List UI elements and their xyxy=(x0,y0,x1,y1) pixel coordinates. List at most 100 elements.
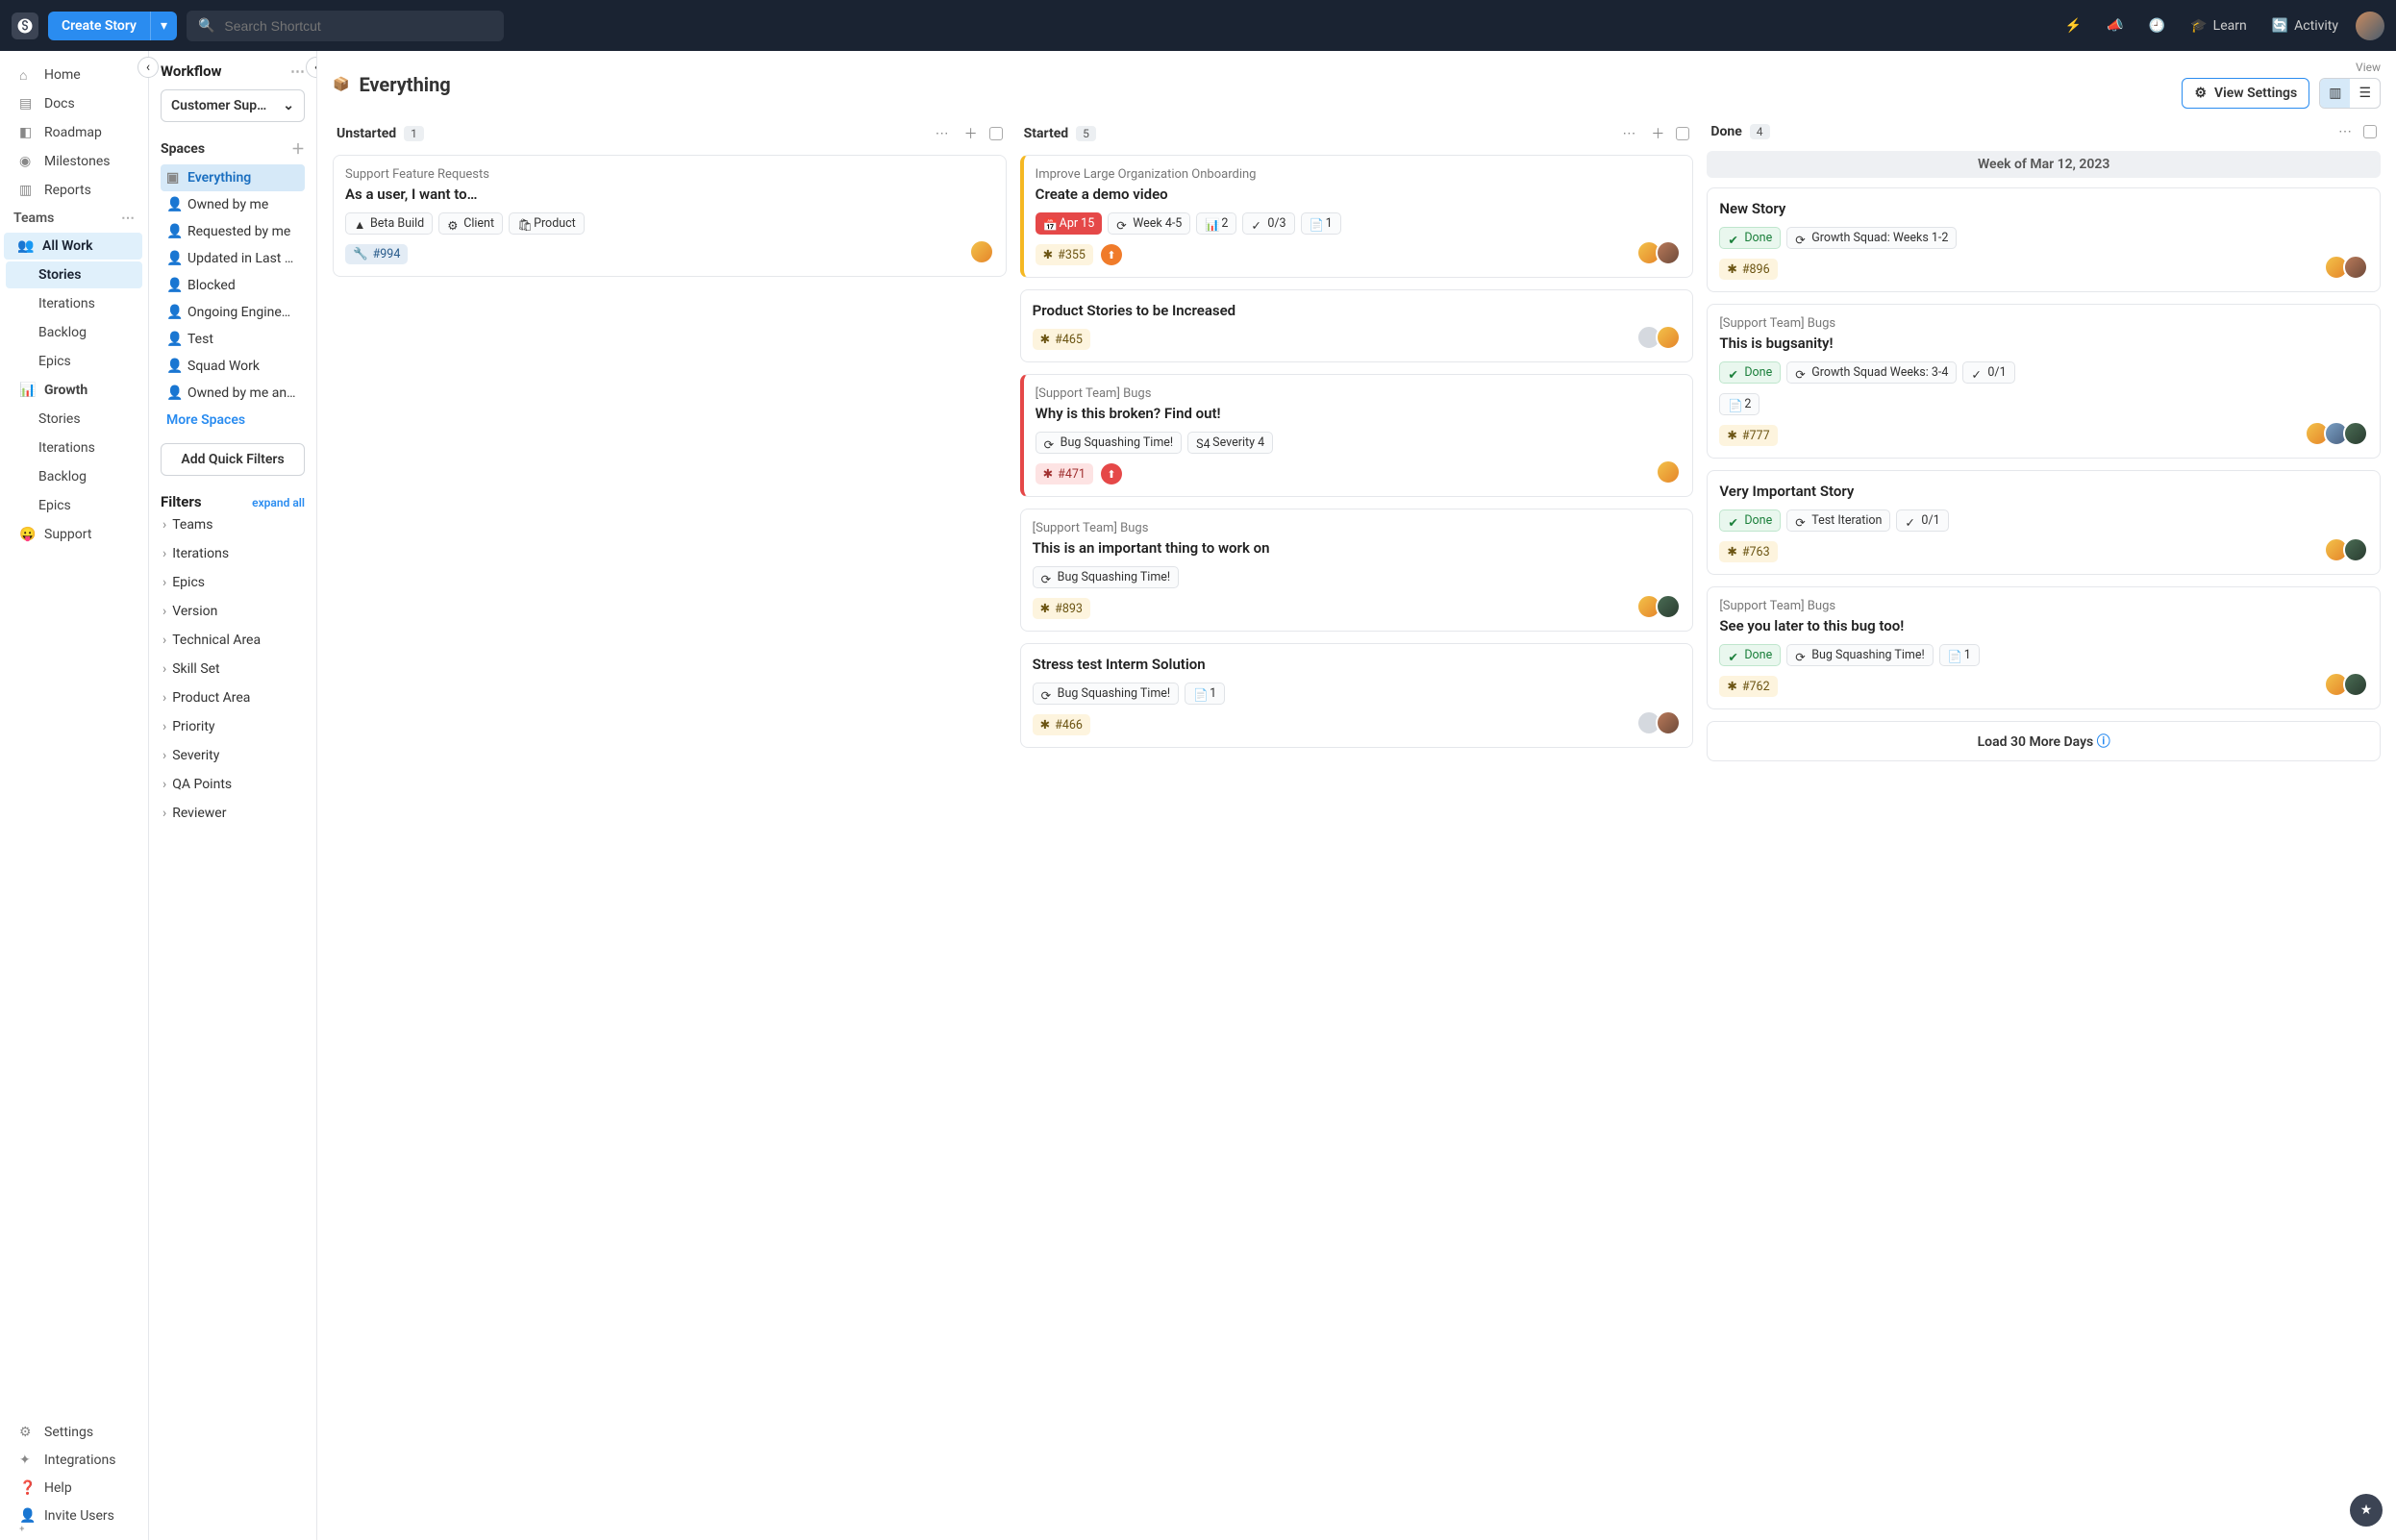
learn-link[interactable]: 🎓Learn xyxy=(2190,18,2247,34)
space-item[interactable]: ▣Everything xyxy=(161,164,305,191)
space-item[interactable]: 👤Owned by me an… xyxy=(161,380,305,407)
owner-avatar[interactable] xyxy=(2343,537,2368,562)
nav-all-iterations[interactable]: Iterations xyxy=(6,290,142,317)
chip[interactable]: ⟳Bug Squashing Time! xyxy=(1786,644,1933,666)
owner-avatar[interactable] xyxy=(2343,421,2368,446)
filter-row[interactable]: ›Teams xyxy=(161,510,305,539)
nav-all-work[interactable]: 👥All Work xyxy=(4,233,142,260)
more-spaces-link[interactable]: More Spaces xyxy=(161,407,305,434)
chip[interactable]: ⟳Bug Squashing Time! xyxy=(1033,683,1179,705)
nav-invite[interactable]: 👤⁺Invite Users xyxy=(6,1503,142,1529)
col-add-icon[interactable]: ＋ xyxy=(961,122,982,145)
chip[interactable]: ✓0/1 xyxy=(1962,361,2014,384)
clock-icon[interactable]: 🕘 xyxy=(2149,18,2165,34)
chip[interactable]: 📄1 xyxy=(1939,644,1980,666)
space-item[interactable]: 👤Squad Work xyxy=(161,353,305,380)
create-story-label[interactable]: Create Story xyxy=(48,12,150,40)
story-id-pill[interactable]: ✱#777 xyxy=(1719,425,1777,446)
story-id-pill[interactable]: ✱#471 xyxy=(1036,463,1093,484)
story-id-pill[interactable]: ✱#763 xyxy=(1719,541,1777,562)
nav-home[interactable]: ⌂Home xyxy=(6,62,142,88)
story-card[interactable]: [Support Team] BugsThis is bugsanity!✔Do… xyxy=(1707,304,2381,459)
add-quick-filters-button[interactable]: Add Quick Filters xyxy=(161,443,305,476)
owner-avatar[interactable] xyxy=(1656,460,1681,484)
nav-settings[interactable]: ⚙Settings xyxy=(6,1419,142,1446)
priority-icon[interactable]: ⬆ xyxy=(1101,244,1122,265)
story-card[interactable]: Very Important Story✔Done⟳Test Iteration… xyxy=(1707,470,2381,575)
space-item[interactable]: 👤Updated in Last … xyxy=(161,245,305,272)
chip[interactable]: ✔Done xyxy=(1719,509,1781,532)
nav-docs[interactable]: ▤Docs xyxy=(6,90,142,117)
col-more-icon[interactable]: ⋯ xyxy=(1618,124,1639,143)
nav-all-epics[interactable]: Epics xyxy=(6,348,142,375)
chip[interactable]: ✔Done xyxy=(1719,227,1781,249)
story-card[interactable]: Support Feature RequestsAs a user, I wan… xyxy=(333,155,1007,277)
story-id-pill[interactable]: ✱#893 xyxy=(1033,598,1090,619)
space-item[interactable]: 👤Requested by me xyxy=(161,218,305,245)
filter-row[interactable]: ›Skill Set xyxy=(161,655,305,683)
nav-growth[interactable]: 📊Growth xyxy=(6,377,142,404)
story-card[interactable]: Stress test Interm Solution⟳Bug Squashin… xyxy=(1020,643,1694,748)
story-card[interactable]: Product Stories to be Increased✱#465 xyxy=(1020,289,1694,362)
chip[interactable]: 📄1 xyxy=(1301,212,1341,235)
chip[interactable]: 🛍Product xyxy=(509,212,585,235)
chip[interactable]: ▲Beta Build xyxy=(345,212,433,235)
create-story-button[interactable]: Create Story ▾ xyxy=(48,12,177,40)
story-card[interactable]: Improve Large Organization OnboardingCre… xyxy=(1020,155,1694,278)
story-card[interactable]: [Support Team] BugsThis is an important … xyxy=(1020,509,1694,632)
view-kanban-icon[interactable]: ▥ xyxy=(2320,79,2350,108)
create-story-dropdown-icon[interactable]: ▾ xyxy=(150,12,177,40)
nav-growth-epics[interactable]: Epics xyxy=(6,492,142,519)
app-logo[interactable] xyxy=(12,12,38,39)
story-id-pill[interactable]: ✱#896 xyxy=(1719,259,1777,280)
story-id-pill[interactable]: ✱#465 xyxy=(1033,329,1090,350)
chip[interactable]: ⟳Test Iteration xyxy=(1786,509,1890,532)
nav-all-backlog[interactable]: Backlog xyxy=(6,319,142,346)
space-item[interactable]: 👤Blocked xyxy=(161,272,305,299)
owner-avatar[interactable] xyxy=(1656,240,1681,265)
space-item[interactable]: 👤Ongoing Engine… xyxy=(161,299,305,326)
view-list-icon[interactable]: ☰ xyxy=(2350,79,2380,108)
col-more-icon[interactable]: ⋯ xyxy=(2334,122,2356,141)
chip[interactable]: ⟳Week 4-5 xyxy=(1108,212,1190,235)
story-id-pill[interactable]: ✱#762 xyxy=(1719,676,1777,697)
story-id-pill[interactable]: ✱#466 xyxy=(1033,714,1090,735)
filter-row[interactable]: ›QA Points xyxy=(161,770,305,799)
wf-collapse-icon[interactable]: ‹ xyxy=(306,57,317,78)
activity-link[interactable]: 🔄Activity xyxy=(2272,18,2338,34)
owner-avatar[interactable] xyxy=(1656,710,1681,735)
search-box[interactable]: 🔍 xyxy=(187,11,504,41)
owner-avatar[interactable] xyxy=(2343,255,2368,280)
load-more-button[interactable]: Load 30 More Days ⓘ xyxy=(1707,721,2381,761)
chip[interactable]: 📊2 xyxy=(1196,212,1236,235)
story-card[interactable]: New Story✔Done⟳Growth Squad: Weeks 1-2✱#… xyxy=(1707,187,2381,292)
help-fab-icon[interactable]: ★ xyxy=(2350,1494,2383,1527)
filter-row[interactable]: ›Reviewer xyxy=(161,799,305,828)
owner-avatar[interactable] xyxy=(1656,325,1681,350)
chip[interactable]: ✔Done xyxy=(1719,361,1781,384)
nav-growth-stories[interactable]: Stories xyxy=(6,406,142,433)
nav-milestones[interactable]: ◉Milestones xyxy=(6,148,142,175)
nav-help[interactable]: ❓Help xyxy=(6,1475,142,1502)
filter-row[interactable]: ›Iterations xyxy=(161,539,305,568)
chip[interactable]: 📄2 xyxy=(1719,393,1760,415)
filter-row[interactable]: ›Version xyxy=(161,597,305,626)
nav-growth-iterations[interactable]: Iterations xyxy=(6,435,142,461)
chip[interactable]: ⟳Growth Squad Weeks: 3-4 xyxy=(1786,361,1957,384)
col-select-checkbox[interactable] xyxy=(2363,125,2377,138)
chip[interactable]: ✓0/3 xyxy=(1242,212,1294,235)
filter-row[interactable]: ›Severity xyxy=(161,741,305,770)
nav-growth-backlog[interactable]: Backlog xyxy=(6,463,142,490)
owner-avatar[interactable] xyxy=(1656,594,1681,619)
priority-icon[interactable]: ⬆ xyxy=(1101,463,1122,484)
bolt-icon[interactable]: ⚡ xyxy=(2065,18,2082,34)
owner-avatar[interactable] xyxy=(969,239,994,264)
chip[interactable]: ⟳Bug Squashing Time! xyxy=(1036,432,1182,454)
col-select-checkbox[interactable] xyxy=(1676,127,1689,140)
chip[interactable]: 📄1 xyxy=(1185,683,1225,705)
chip[interactable]: ⟳Bug Squashing Time! xyxy=(1033,566,1179,588)
nav-roadmap[interactable]: ◧Roadmap xyxy=(6,119,142,146)
chip[interactable]: ⚙Client xyxy=(438,212,503,235)
workflow-select[interactable]: Customer Sup…⌄ xyxy=(161,89,305,122)
chip[interactable]: ✔Done xyxy=(1719,644,1781,666)
